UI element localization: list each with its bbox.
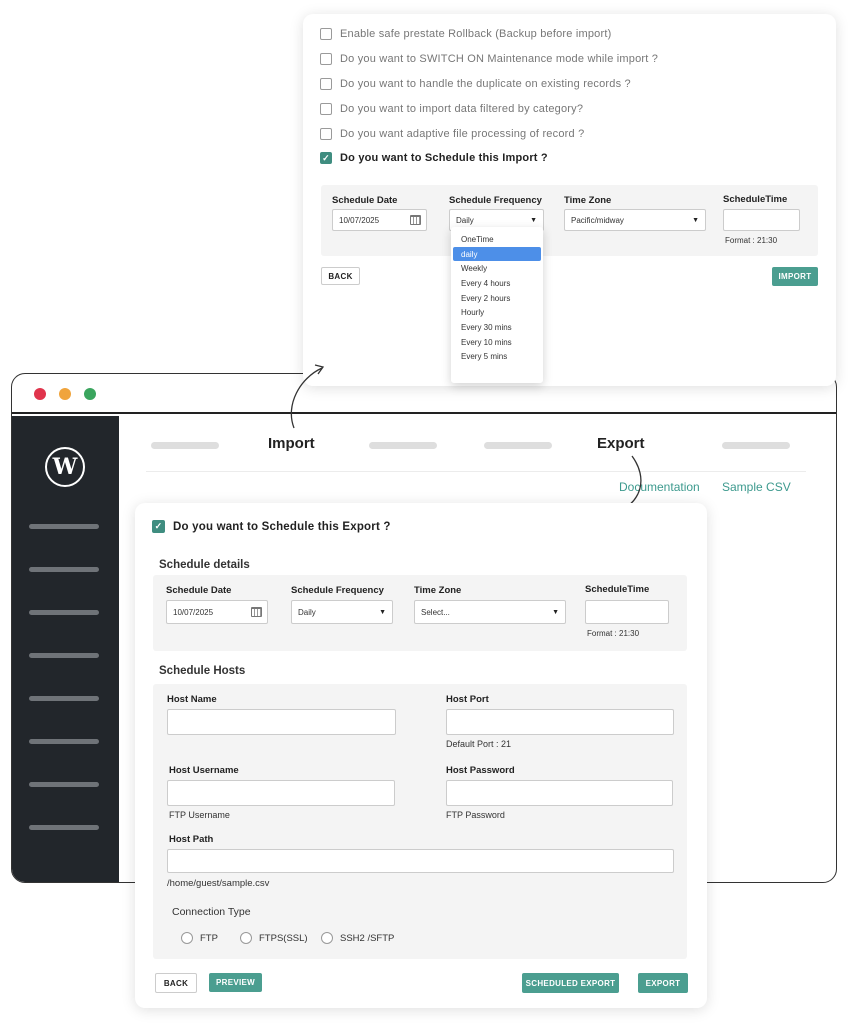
schedule-hosts-panel: Host Name Host Port Default Port : 21 Ho… [153, 684, 687, 959]
schedule-export-checkbox[interactable]: ✓ [152, 520, 165, 533]
host-path-hint: /home/guest/sample.csv [167, 878, 270, 889]
timezone-value: Select... [421, 607, 450, 617]
schedule-time-hint: Format : 21:30 [587, 629, 640, 638]
host-name-label: Host Name [167, 694, 217, 705]
host-password-input[interactable] [446, 780, 673, 806]
time-zone-select[interactable]: Select... ▼ [414, 600, 566, 624]
connection-type-label: Connection Type [172, 906, 251, 918]
connection-option-sftp[interactable]: SSH2 /SFTP [321, 932, 394, 944]
host-name-input[interactable] [167, 709, 396, 735]
export-schedule-panel: Schedule Date 10/07/2025 Schedule Freque… [153, 575, 687, 651]
export-settings-card: ✓ Do you want to Schedule this Export ? … [135, 503, 707, 1008]
radio-label: SSH2 /SFTP [340, 932, 395, 944]
host-username-input[interactable] [167, 780, 395, 806]
host-username-hint: FTP Username [169, 810, 230, 820]
radio-label: FTPS(SSL) [259, 932, 308, 944]
time-zone-label: Time Zone [414, 585, 462, 596]
host-username-label: Host Username [169, 765, 239, 776]
schedule-date-label: Schedule Date [166, 585, 232, 596]
sftp-radio[interactable] [321, 932, 333, 944]
schedule-time-label: ScheduleTime [585, 584, 650, 595]
host-port-label: Host Port [446, 694, 489, 705]
host-path-input[interactable] [167, 849, 674, 873]
connection-option-ftps[interactable]: FTPS(SSL) [240, 932, 308, 944]
schedule-frequency-label: Schedule Frequency [291, 585, 384, 596]
schedule-details-title: Schedule details [159, 559, 250, 571]
host-path-label: Host Path [169, 834, 214, 845]
calendar-icon[interactable] [251, 607, 262, 617]
schedule-frequency-select[interactable]: Daily ▼ [291, 600, 393, 624]
schedule-export-option[interactable]: ✓ Do you want to Schedule this Export ? [152, 520, 391, 533]
host-port-hint: Default Port : 21 [446, 739, 512, 749]
frequency-value: Daily [298, 607, 316, 617]
back-button[interactable]: BACK [155, 973, 197, 993]
export-button[interactable]: EXPORT [638, 973, 688, 993]
schedule-date-input[interactable]: 10/07/2025 [166, 600, 268, 624]
host-password-label: Host Password [446, 765, 515, 776]
connection-option-ftp[interactable]: FTP [181, 932, 218, 944]
host-password-hint: FTP Password [446, 810, 505, 820]
host-port-input[interactable] [446, 709, 674, 735]
schedule-time-input[interactable] [585, 600, 669, 624]
date-value: 10/07/2025 [173, 607, 214, 617]
radio-label: FTP [200, 932, 218, 944]
ftp-radio[interactable] [181, 932, 193, 944]
chevron-down-icon: ▼ [552, 609, 559, 617]
chevron-down-icon: ▼ [379, 609, 386, 617]
ftps-radio[interactable] [240, 932, 252, 944]
option-label: Do you want to Schedule this Export ? [173, 520, 391, 533]
scheduled-export-button[interactable]: SCHEDULED EXPORT [522, 973, 619, 993]
preview-button[interactable]: PREVIEW [209, 973, 262, 992]
schedule-hosts-title: Schedule Hosts [159, 665, 246, 677]
